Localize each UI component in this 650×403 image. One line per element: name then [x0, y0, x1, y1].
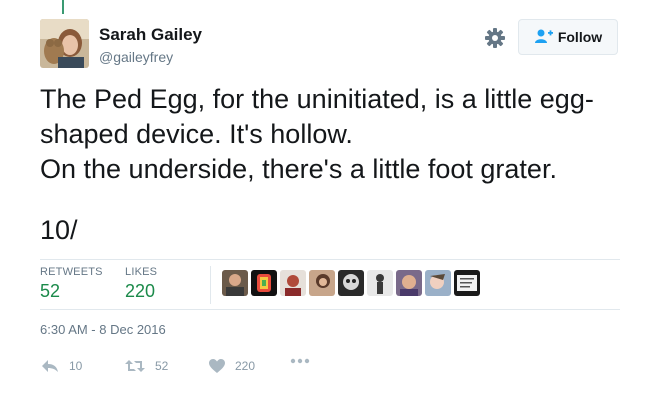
retweets-label: RETWEETS [40, 266, 103, 278]
liker-avatar[interactable] [222, 270, 248, 296]
stats-separator [210, 266, 211, 304]
retweets-stat[interactable]: RETWEETS 52 [40, 266, 103, 302]
thread-number: 10/ [40, 215, 78, 245]
tweet-line: On the underside, there's a little foot … [40, 154, 557, 184]
follow-button[interactable]: Follow [518, 19, 618, 55]
retweet-icon [124, 358, 146, 374]
reply-icon [40, 358, 60, 374]
likers-avatars [222, 270, 480, 296]
avatar[interactable] [40, 19, 89, 68]
liker-avatar[interactable] [454, 270, 480, 296]
author-handle[interactable]: @gaileyfrey [99, 49, 173, 65]
divider [40, 259, 620, 260]
liker-avatar[interactable] [338, 270, 364, 296]
likes-value: 220 [125, 281, 156, 301]
liker-avatar[interactable] [367, 270, 393, 296]
liker-avatar[interactable] [309, 270, 335, 296]
tweet-line: The Ped Egg, for the uninitiated, is a l… [40, 84, 594, 149]
tweet-timestamp[interactable]: 6:30 AM - 8 Dec 2016 [40, 322, 166, 337]
author-name[interactable]: Sarah Gailey [99, 25, 202, 45]
reply-count: 10 [69, 359, 83, 373]
follow-person-icon [534, 28, 554, 47]
tweet-text: The Ped Egg, for the uninitiated, is a l… [40, 82, 610, 187]
liker-avatar[interactable] [396, 270, 422, 296]
liker-avatar[interactable] [280, 270, 306, 296]
more-icon [290, 358, 310, 364]
liker-avatar[interactable] [425, 270, 451, 296]
more-button[interactable] [290, 358, 310, 364]
heart-icon [208, 358, 226, 374]
follow-button-label: Follow [557, 29, 603, 45]
gear-icon[interactable] [484, 27, 506, 49]
reply-button[interactable]: 10 [40, 358, 82, 374]
retweets-value: 52 [40, 281, 61, 301]
like-count: 220 [235, 359, 256, 373]
retweet-button[interactable]: 52 [124, 358, 168, 374]
likes-label: LIKES [125, 266, 158, 278]
divider [40, 309, 620, 310]
like-button[interactable]: 220 [208, 358, 255, 374]
likes-stat[interactable]: LIKES 220 [125, 266, 157, 302]
thread-connector-line [62, 0, 64, 14]
liker-avatar[interactable] [251, 270, 277, 296]
retweet-count: 52 [155, 359, 169, 373]
